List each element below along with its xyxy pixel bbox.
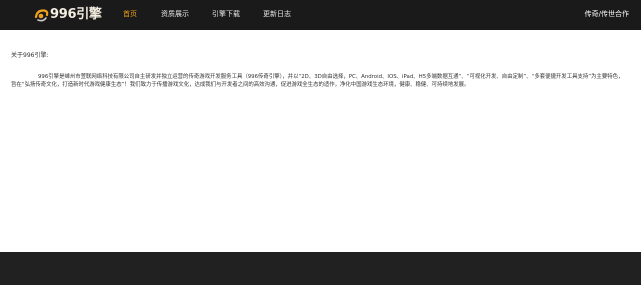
nav-home[interactable]: 首页: [123, 9, 137, 20]
about-paragraph: 996引擎是嵊州市萱联网络科技有限公司自主研发并独立运营的传奇游戏开发服务工具（…: [11, 74, 624, 88]
main-content: 关于996引擎: 996引擎是嵊州市萱联网络科技有限公司自主研发并独立运营的传奇…: [0, 30, 641, 252]
nav-cooperation-link[interactable]: 传奇/传世合作: [585, 9, 629, 20]
top-navbar: 996引擎 首页 资质展示 引擎下载 更新日志 传奇/传世合作: [0, 0, 641, 30]
nav-engine-download[interactable]: 引擎下载: [212, 9, 240, 20]
site-logo[interactable]: 996引擎: [34, 7, 102, 23]
swirl-logo-icon: [34, 8, 49, 23]
about-heading: 关于996引擎:: [11, 52, 49, 59]
nav-changelog[interactable]: 更新日志: [263, 9, 291, 20]
page-footer: [0, 252, 641, 285]
logo-text: 996引擎: [50, 7, 102, 22]
nav-qualifications[interactable]: 资质展示: [161, 9, 189, 20]
